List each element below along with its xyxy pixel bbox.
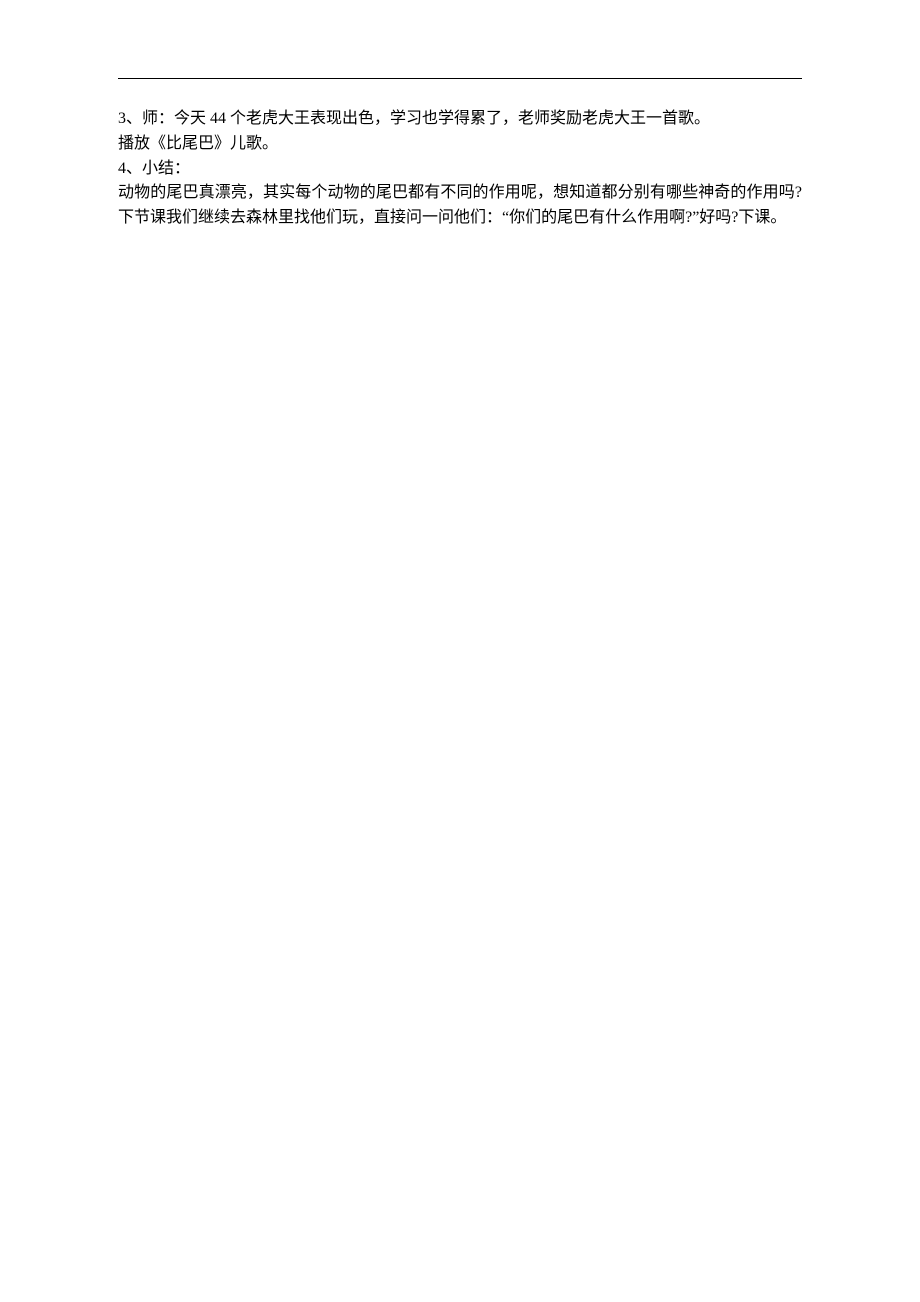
paragraph-play-song: 播放《比尾巴》儿歌。: [118, 132, 802, 157]
paragraph-item-4: 4、小结：: [118, 157, 802, 182]
item-number: 3: [118, 110, 126, 127]
item-number: 4: [118, 160, 126, 177]
text-segment: 个老虎大王表现出色，学习也学得累了，老师奖励老虎大王一首歌。: [226, 110, 710, 127]
text-segment: 、小结：: [126, 160, 190, 177]
text-segment: 、师：今天: [126, 110, 210, 127]
text-block: 动物的尾巴真漂亮，其实每个动物的尾巴都有不同的作用呢，想知道都分别有哪些神奇的作…: [118, 184, 802, 226]
paragraph-item-3: 3、师：今天 44 个老虎大王表现出色，学习也学得累了，老师奖励老虎大王一首歌。: [118, 107, 802, 132]
paragraph-summary: 动物的尾巴真漂亮，其实每个动物的尾巴都有不同的作用呢，想知道都分别有哪些神奇的作…: [118, 181, 802, 231]
count-number: 44: [210, 110, 226, 127]
page-container: 3、师：今天 44 个老虎大王表现出色，学习也学得累了，老师奖励老虎大王一首歌。…: [0, 0, 920, 231]
horizontal-rule: [118, 78, 802, 79]
text-line: 播放《比尾巴》儿歌。: [118, 135, 278, 152]
